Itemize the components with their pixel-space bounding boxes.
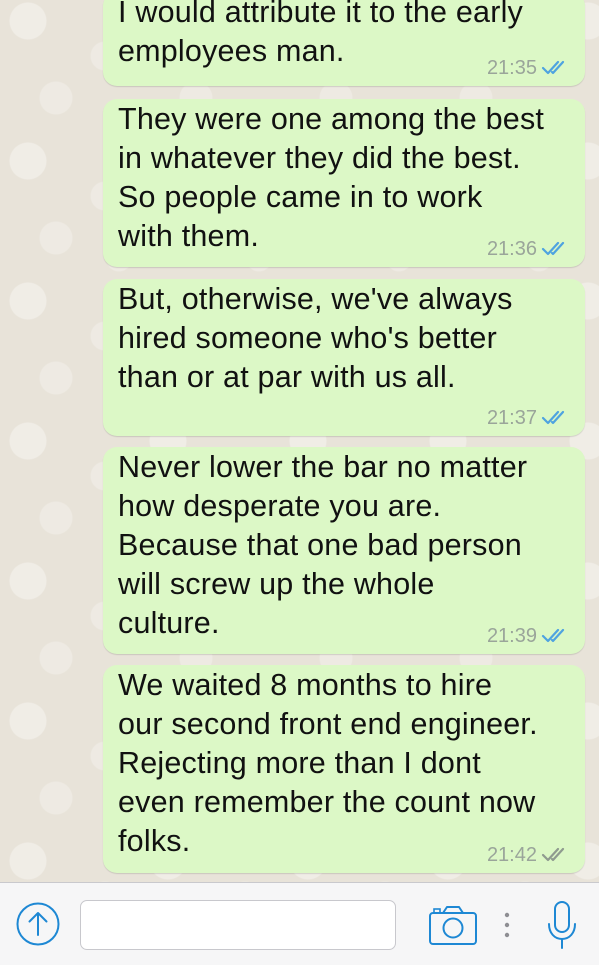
message-time: 21:39 — [486, 624, 537, 647]
camera-icon — [428, 904, 478, 946]
read-ticks-icon — [541, 627, 571, 645]
message-bubble[interactable]: They were one among the best in whatever… — [103, 99, 585, 267]
message-input-bar — [0, 882, 599, 965]
delivered-ticks-icon — [541, 846, 571, 864]
voice-record-button[interactable] — [545, 900, 579, 952]
camera-button[interactable] — [428, 904, 478, 946]
vertical-dots-icon — [500, 907, 514, 943]
more-options-button[interactable] — [500, 907, 514, 943]
message-text: They were one among the best in whatever… — [118, 102, 545, 253]
message-meta: 21:35 — [487, 55, 571, 81]
message-time: 21:42 — [486, 843, 537, 866]
message-bubble[interactable]: But, otherwise, we've always hired someo… — [103, 279, 585, 436]
message-meta: 21:36 — [487, 236, 571, 262]
read-ticks-icon — [541, 240, 571, 258]
message-input[interactable] — [80, 900, 396, 950]
chat-area[interactable]: I would attribute it to the early employ… — [0, 0, 599, 882]
read-ticks-icon — [541, 59, 571, 77]
message-time: 21:36 — [486, 237, 537, 260]
message-meta: 21:37 — [487, 405, 571, 431]
message-bubble[interactable]: I would attribute it to the early employ… — [103, 0, 585, 86]
microphone-icon — [545, 900, 579, 952]
message-meta: 21:39 — [487, 623, 571, 649]
read-ticks-icon — [541, 409, 571, 427]
message-bubble[interactable]: Never lower the bar no matter how desper… — [103, 447, 585, 654]
upload-arrow-icon — [16, 902, 60, 946]
message-meta: 21:42 — [487, 842, 571, 868]
message-text: Never lower the bar no matter how desper… — [118, 450, 528, 640]
message-text: But, otherwise, we've always hired someo… — [118, 282, 513, 394]
message-time: 21:35 — [486, 56, 537, 79]
message-bubble[interactable]: We waited 8 months to hire our second fr… — [103, 665, 585, 873]
message-text: We waited 8 months to hire our second fr… — [118, 668, 538, 858]
attach-button[interactable] — [16, 902, 60, 946]
message-time: 21:37 — [486, 406, 537, 429]
